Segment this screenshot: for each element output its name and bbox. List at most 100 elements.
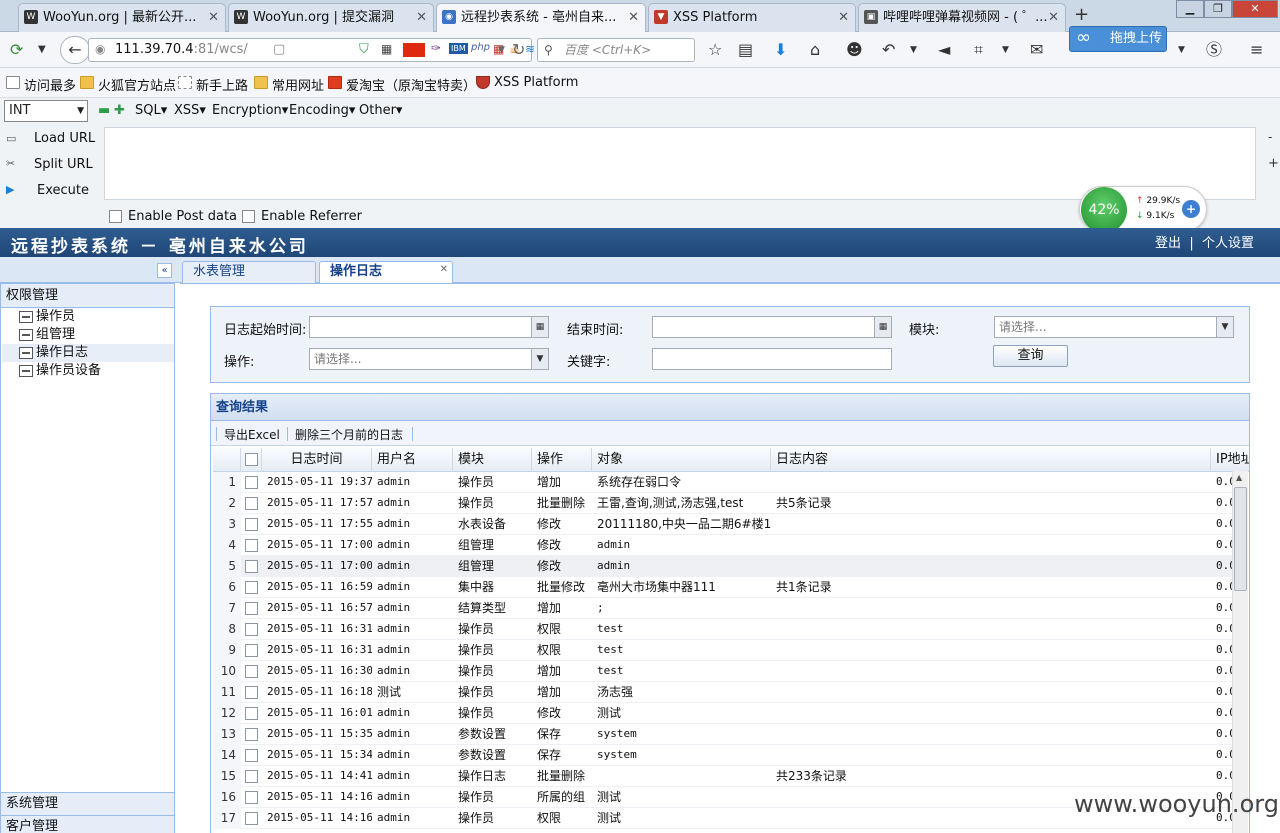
sql-menu[interactable]: SQL▾ <box>135 103 167 118</box>
row-checkbox[interactable] <box>245 581 258 594</box>
minus-icon[interactable]: ▬ <box>98 103 110 118</box>
tab-meter-management[interactable]: 水表管理 <box>182 261 316 283</box>
row-checkbox[interactable] <box>245 791 258 804</box>
maximize-icon[interactable]: ❐ <box>1204 0 1232 18</box>
col-operation[interactable]: 操作 <box>532 448 592 472</box>
row-checkbox[interactable] <box>245 623 258 636</box>
query-button[interactable]: 查询 <box>993 345 1068 367</box>
browser-tab-5[interactable]: ▣ 哔哩哔哩弹幕视频网 - ( ゜... ✕ <box>858 3 1066 32</box>
download-icon[interactable]: ⬇ <box>774 41 787 59</box>
table-row[interactable]: 3 2015-05-11 17:55 admin 水表设备 修改 20111180,中央一… <box>213 514 1235 535</box>
close-window-icon[interactable]: ✕ <box>1232 0 1278 18</box>
xss-menu[interactable]: XSS▾ <box>174 103 206 118</box>
bookmark-xss-platform[interactable]: XSS Platform <box>474 75 578 90</box>
encoding-menu[interactable]: Encoding▾ <box>289 103 355 118</box>
load-url-button[interactable]: Load URL <box>34 131 95 146</box>
execute-button[interactable]: Execute <box>37 183 89 198</box>
col-module[interactable]: 模块 <box>453 448 532 472</box>
calendar-icon[interactable]: ▦ <box>531 317 548 337</box>
sidebar-section-customers[interactable]: 客户管理 <box>1 815 174 833</box>
chat-icon[interactable]: ✉ <box>1030 41 1043 59</box>
row-checkbox[interactable] <box>245 476 258 489</box>
star-icon[interactable]: ☆ <box>708 41 722 59</box>
row-checkbox[interactable] <box>245 497 258 510</box>
row-checkbox[interactable] <box>245 644 258 657</box>
row-checkbox[interactable] <box>245 602 258 615</box>
table-row[interactable]: 14 2015-05-11 15:34 admin 参数设置 保存 system 0.0 <box>213 745 1235 766</box>
scrollbar-thumb[interactable] <box>1234 487 1247 591</box>
chevron-down-icon[interactable]: ▼ <box>531 349 548 369</box>
plus-icon[interactable]: ✚ <box>114 103 125 118</box>
enable-post-checkbox[interactable]: Enable Post data <box>109 209 237 224</box>
table-row[interactable]: 15 2015-05-11 14:41 admin 操作日志 批量删除 共233条记录 0.… <box>213 766 1235 787</box>
hackbar-url-textarea[interactable] <box>104 127 1256 200</box>
reload-icon[interactable]: ↻ <box>512 41 525 59</box>
personal-settings-link[interactable]: 个人设置 <box>1202 236 1254 251</box>
split-url-button[interactable]: Split URL <box>34 157 93 172</box>
chevron-down-icon[interactable]: ▼ <box>1002 41 1009 59</box>
url-text[interactable]: 111.39.70.4:81/wcs/ <box>115 42 248 57</box>
end-time-input[interactable]: ▦ <box>652 316 892 338</box>
minimize-icon[interactable]: ▁ <box>1176 0 1204 18</box>
firefox-menu-icon[interactable]: ⟳ <box>10 41 23 59</box>
table-row[interactable]: 1 2015-05-11 19:37 admin 操作员 增加 系统存在弱口令 0.0 <box>213 472 1235 493</box>
module-select[interactable]: 请选择... ▼ <box>994 316 1234 338</box>
delete-old-logs-button[interactable]: 删除三个月前的日志 <box>295 426 403 443</box>
row-checkbox[interactable] <box>245 749 258 762</box>
chevron-down-icon[interactable]: ▼ <box>38 41 46 59</box>
col-log-content[interactable]: 日志内容 <box>771 448 1211 472</box>
plus-icon[interactable]: + <box>1182 200 1200 218</box>
reading-list-icon[interactable]: ▤ <box>738 41 753 59</box>
url-bar[interactable]: ◉ 111.39.70.4:81/wcs/ ▢ ⛉ ▦ ✑ IBM php ▦ … <box>88 38 590 62</box>
calendar-icon[interactable]: ▦ <box>874 317 891 337</box>
row-checkbox[interactable] <box>245 518 258 531</box>
back-button[interactable]: ← <box>60 36 90 64</box>
enable-referrer-checkbox[interactable]: Enable Referrer <box>242 209 362 224</box>
page-icon[interactable]: ▢ <box>273 42 285 57</box>
row-checkbox[interactable] <box>245 707 258 720</box>
home-icon[interactable]: ⌂ <box>810 41 820 59</box>
sidebar-item-operators[interactable]: 操作员 <box>2 308 174 326</box>
row-checkbox[interactable] <box>245 728 258 741</box>
chevron-down-icon[interactable]: ▼ <box>1216 317 1233 337</box>
table-row[interactable]: 12 2015-05-11 16:01 admin 操作员 修改 测试 0.0 <box>213 703 1235 724</box>
tab-operation-log[interactable]: 操作日志 ✕ <box>319 261 453 284</box>
table-row[interactable]: 9 2015-05-11 16:31 admin 操作员 权限 test 0.0 <box>213 640 1235 661</box>
col-object[interactable]: 对象 <box>592 448 771 472</box>
sidebar-item-groups[interactable]: 组管理 <box>2 326 174 344</box>
shrink-icon[interactable]: - <box>1268 130 1272 144</box>
network-speed-widget[interactable]: 42% ↑ 29.9K/s ↓ 9.1K/s + <box>1079 186 1207 233</box>
s-logo-icon[interactable]: Ⓢ <box>1206 41 1222 59</box>
table-row[interactable]: 13 2015-05-11 15:35 admin 参数设置 保存 system 0.0 <box>213 724 1235 745</box>
browser-tab-4[interactable]: ▼ XSS Platform ✕ <box>648 3 856 32</box>
encryption-menu[interactable]: Encryption▾ <box>212 103 288 118</box>
scroll-up-icon[interactable]: ▲ <box>1236 473 1242 482</box>
close-tab-icon[interactable]: ✕ <box>440 260 448 280</box>
smiley-icon[interactable]: ☻ <box>846 41 863 59</box>
drag-upload-button[interactable]: ∞ 拖拽上传 <box>1069 26 1167 52</box>
row-checkbox[interactable] <box>245 770 258 783</box>
row-checkbox[interactable] <box>245 665 258 678</box>
col-username[interactable]: 用户名 <box>372 448 453 472</box>
bookmark-getting-started[interactable]: 新手上路 <box>176 75 248 94</box>
keyword-input[interactable] <box>652 348 892 370</box>
chevron-down-icon[interactable]: ▼ <box>1178 41 1185 59</box>
row-checkbox[interactable] <box>245 560 258 573</box>
sidebar-section-system[interactable]: 系统管理 <box>1 792 174 815</box>
table-row[interactable]: 10 2015-05-11 16:30 admin 操作员 增加 test 0.0 <box>213 661 1235 682</box>
row-checkbox[interactable] <box>245 539 258 552</box>
row-checkbox[interactable] <box>245 686 258 699</box>
export-excel-button[interactable]: 导出Excel <box>224 426 280 443</box>
speaker-icon[interactable]: ◄ <box>938 41 950 59</box>
table-row[interactable]: 11 2015-05-11 16:18 测试 操作员 增加 汤志强 0.0 <box>213 682 1235 703</box>
operation-select[interactable]: 请选择... ▼ <box>309 348 549 370</box>
chevron-down-icon[interactable]: ▼ <box>498 41 505 59</box>
select-all-checkbox[interactable] <box>245 453 258 466</box>
other-menu[interactable]: Other▾ <box>359 103 402 118</box>
bookmark-aitaobao[interactable]: 爱淘宝（原淘宝特卖） <box>326 75 476 94</box>
start-time-input[interactable]: ▦ <box>309 316 549 338</box>
bookmark-common-sites[interactable]: 常用网址 <box>252 75 324 94</box>
table-row[interactable]: 6 2015-05-11 16:59 admin 集中器 批量修改 亳州大市场集中器111… <box>213 577 1235 598</box>
grid-vertical-scrollbar[interactable]: ▲ <box>1232 471 1248 833</box>
table-row[interactable]: 4 2015-05-11 17:00 admin 组管理 修改 admin 0.0 <box>213 535 1235 556</box>
